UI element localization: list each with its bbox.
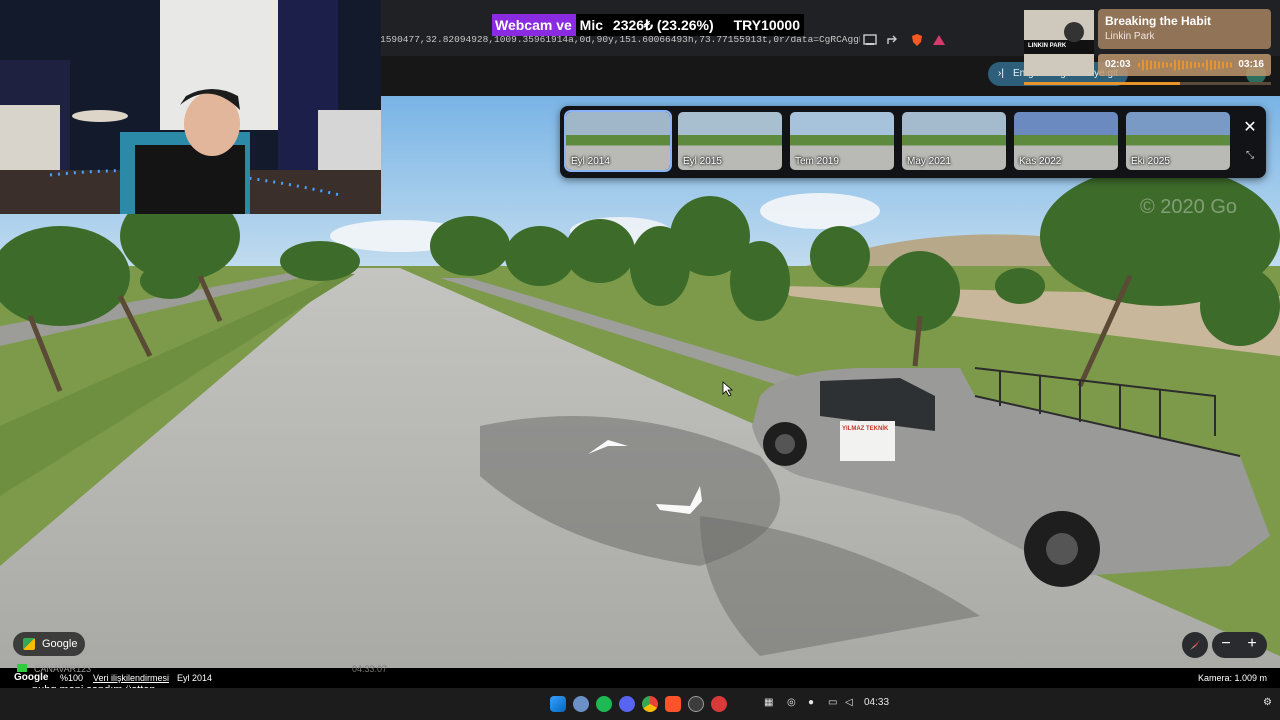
- track-title: Breaking the Habit: [1105, 14, 1212, 28]
- network-icon[interactable]: ▭: [828, 697, 837, 708]
- timeline-thumb-label: Eyl 2015: [683, 156, 722, 167]
- brave-rewards-icon[interactable]: [928, 29, 950, 51]
- stats-goal: TRY10000: [733, 17, 800, 33]
- chrome-icon[interactable]: [642, 696, 658, 712]
- mouse-cursor-icon: [722, 381, 734, 402]
- timeline-thumb-label: Tem 2019: [795, 156, 839, 167]
- headset-icon[interactable]: ◎: [787, 697, 796, 708]
- album-cover: LINKIN PARK: [1024, 10, 1094, 76]
- compass-button[interactable]: [1182, 632, 1208, 658]
- timeline-thumb-label: Eyl 2014: [571, 156, 610, 167]
- google-chip-label: Google: [42, 638, 78, 650]
- browser-icon[interactable]: [573, 696, 589, 712]
- close-icon[interactable]: ✕: [1240, 118, 1260, 138]
- timeline-thumb-label: May 2021: [907, 156, 951, 167]
- timeline-thumb[interactable]: May 2021: [902, 112, 1006, 170]
- timeline-thumb[interactable]: Kas 2022: [1014, 112, 1118, 170]
- track-duration: 03:16: [1238, 59, 1264, 70]
- chat-timestamp: 04:33:07: [352, 664, 388, 674]
- google-maps-chip[interactable]: Google: [13, 632, 85, 656]
- stats-mic: Mic: [575, 17, 604, 33]
- webcam-feed: [0, 0, 381, 214]
- street-view-timeline: Eyl 2014 Eyl 2015 Tem 2019 May 2021 Kas 2022…: [560, 106, 1266, 178]
- zoom-level: %100: [60, 673, 84, 683]
- latest-imagery-icon: ›|: [998, 68, 1004, 79]
- taskbar-clock[interactable]: 04:33: [864, 697, 889, 708]
- timeline-thumb-label: Kas 2022: [1019, 156, 1062, 167]
- stats-value: 2326₺ (23.26%): [612, 17, 714, 33]
- obs-icon[interactable]: [688, 696, 704, 712]
- brave-shield-icon[interactable]: [906, 29, 928, 51]
- track-progress-bar: [1024, 82, 1271, 85]
- zoom-control: − +: [1212, 632, 1267, 658]
- album-cover-text: LINKIN PARK: [1028, 43, 1067, 49]
- zoom-in-button[interactable]: +: [1243, 635, 1261, 653]
- microphone-icon[interactable]: ●: [808, 697, 814, 708]
- spotify-icon[interactable]: [596, 696, 612, 712]
- google-maps-icon: [23, 638, 35, 650]
- imagery-watermark: © 2020 Go: [1140, 196, 1238, 218]
- timeline-thumb[interactable]: Eyl 2014: [566, 112, 670, 170]
- chat-badge-icon: [17, 664, 27, 672]
- volume-icon[interactable]: ◁: [845, 697, 853, 708]
- brave-icon[interactable]: [665, 696, 681, 712]
- timeline-thumb[interactable]: Eyl 2015: [678, 112, 782, 170]
- audio-waveform-icon: [1138, 59, 1232, 71]
- camera-altitude: Kamera: 1.009 m: [1197, 673, 1267, 683]
- data-attribution-link[interactable]: Veri ilişkilendirmesi: [93, 673, 169, 683]
- track-progress-fill: [1024, 82, 1180, 85]
- track-artist: Linkin Park: [1105, 31, 1155, 42]
- windows-start-icon[interactable]: [550, 696, 566, 712]
- vehicle-sign-text: YILMAZ TEKNİK: [842, 426, 889, 432]
- track-progress-panel: 02:03 03:16: [1098, 54, 1271, 76]
- windows-taskbar: ▦ ◎ ● ▭ ◁ 04:33 ⚙: [0, 688, 1280, 720]
- cast-icon[interactable]: [859, 29, 881, 51]
- zoom-out-button[interactable]: −: [1217, 635, 1235, 653]
- stats-label: Webcam ve: [492, 14, 576, 36]
- settings-icon[interactable]: ⚙: [1263, 697, 1272, 708]
- timeline-thumb[interactable]: Eki 2025: [1126, 112, 1230, 170]
- track-elapsed: 02:03: [1105, 59, 1131, 70]
- timeline-thumb-label: Eki 2025: [1131, 156, 1170, 167]
- app-icon[interactable]: [711, 696, 727, 712]
- discord-icon[interactable]: [619, 696, 635, 712]
- maps-status-bar: Google %100 Veri ilişkilendirmesi Eyl 20…: [0, 668, 1280, 688]
- share-icon[interactable]: [882, 29, 904, 51]
- imagery-date: Eyl 2014: [177, 673, 213, 683]
- donation-goal-bar: Webcam ve Mic 2326₺ (23.26%) TRY10000: [492, 14, 804, 36]
- widgets-icon[interactable]: ▦: [764, 697, 773, 708]
- collapse-icon[interactable]: ⤡: [1240, 146, 1260, 166]
- chat-username: CANAVAR123: [34, 664, 92, 674]
- timeline-thumb[interactable]: Tem 2019: [790, 112, 894, 170]
